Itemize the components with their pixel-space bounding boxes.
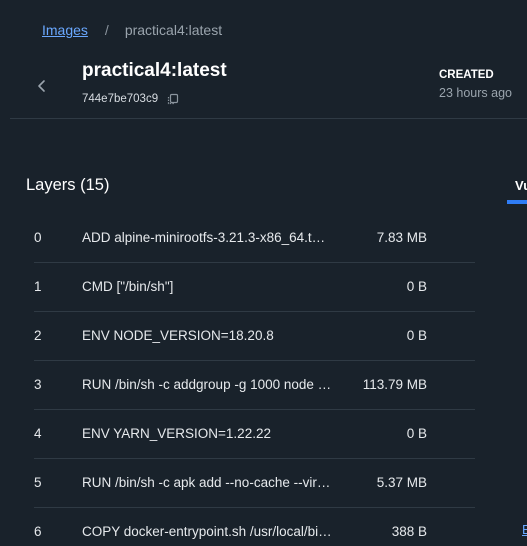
layer-command: COPY docker-entrypoint.sh /usr/local/bin… bbox=[82, 524, 332, 539]
layer-size: 7.83 MB bbox=[376, 230, 427, 245]
layer-row[interactable]: 3 RUN /bin/sh -c addgroup -g 1000 node &… bbox=[34, 361, 475, 410]
layer-index: 5 bbox=[34, 475, 42, 490]
layer-index: 4 bbox=[34, 426, 42, 441]
copy-icon bbox=[168, 93, 179, 105]
layer-command: ADD alpine-minirootfs-3.21.3-x86_64.tar.… bbox=[82, 230, 332, 245]
image-detail-page: Images / practical4:latest practical4:la… bbox=[0, 0, 527, 546]
header-divider bbox=[10, 118, 527, 119]
layer-size: 0 B bbox=[406, 279, 427, 294]
layer-command: RUN /bin/sh -c addgroup -g 1000 node && … bbox=[82, 377, 332, 392]
layer-command: ENV NODE_VERSION=18.20.8 bbox=[82, 328, 274, 343]
layer-row[interactable]: 1 CMD ["/bin/sh"] 0 B bbox=[34, 263, 475, 312]
layer-row[interactable]: 6 COPY docker-entrypoint.sh /usr/local/b… bbox=[34, 508, 475, 546]
layer-index: 2 bbox=[34, 328, 42, 343]
partial-link[interactable]: E bbox=[522, 522, 527, 537]
layer-size: 5.37 MB bbox=[376, 475, 427, 490]
layer-index: 3 bbox=[34, 377, 42, 392]
layer-row[interactable]: 5 RUN /bin/sh -c apk add --no-cache --vi… bbox=[34, 459, 475, 508]
layer-row[interactable]: 4 ENV YARN_VERSION=1.22.22 0 B bbox=[34, 410, 475, 459]
chevron-left-icon bbox=[38, 80, 45, 92]
layer-row[interactable]: 2 ENV NODE_VERSION=18.20.8 0 B bbox=[34, 312, 475, 361]
layer-index: 6 bbox=[34, 524, 42, 539]
tab-vulnerabilities[interactable]: Vulnerabilities bbox=[507, 178, 527, 193]
back-button[interactable] bbox=[30, 72, 54, 100]
tab-active-indicator bbox=[507, 200, 527, 204]
layer-size: 113.79 MB bbox=[362, 377, 427, 392]
copy-id-button[interactable] bbox=[166, 92, 180, 106]
layer-list: 0 ADD alpine-minirootfs-3.21.3-x86_64.ta… bbox=[34, 214, 475, 546]
layer-command: CMD ["/bin/sh"] bbox=[82, 279, 174, 294]
created-label: CREATED bbox=[439, 69, 494, 81]
image-id: 744e7be703c9 bbox=[82, 93, 159, 105]
image-id-row: 744e7be703c9 bbox=[82, 92, 180, 106]
breadcrumb-current: practical4:latest bbox=[124, 22, 223, 38]
created-value: 23 hours ago bbox=[439, 86, 512, 100]
layer-command: ENV YARN_VERSION=1.22.22 bbox=[82, 426, 271, 441]
page-title: practical4:latest bbox=[82, 60, 227, 81]
breadcrumb-separator: / bbox=[104, 22, 109, 38]
layers-title: Layers (15) bbox=[26, 176, 110, 194]
layer-size: 388 B bbox=[391, 524, 427, 539]
layer-index: 0 bbox=[34, 230, 42, 245]
breadcrumb: Images / practical4:latest bbox=[42, 22, 222, 38]
layer-row[interactable]: 0 ADD alpine-minirootfs-3.21.3-x86_64.ta… bbox=[34, 214, 475, 263]
breadcrumb-images-link[interactable]: Images bbox=[42, 22, 88, 38]
layer-command: RUN /bin/sh -c apk add --no-cache --virt… bbox=[82, 475, 332, 490]
layer-size: 0 B bbox=[406, 328, 427, 343]
layer-index: 1 bbox=[34, 279, 42, 294]
layer-size: 0 B bbox=[406, 426, 427, 441]
